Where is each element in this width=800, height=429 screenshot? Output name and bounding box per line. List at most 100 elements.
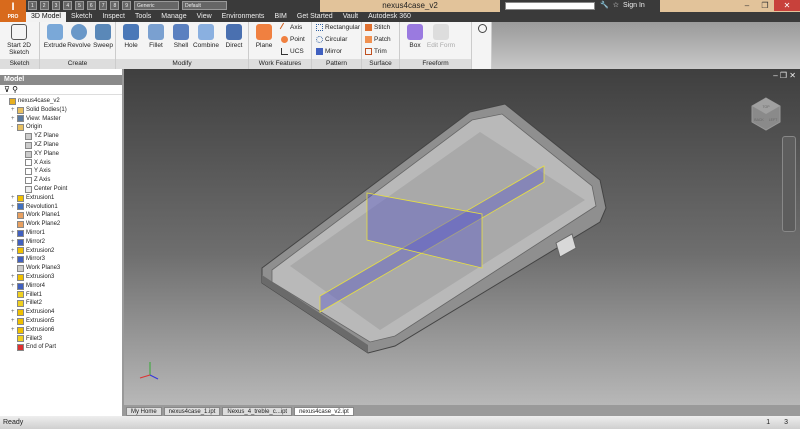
browser-node[interactable]: nexus4case_v2 <box>0 97 122 106</box>
restore-button[interactable]: ❐ <box>756 0 774 11</box>
qat-save[interactable]: 3 <box>51 1 61 10</box>
doc-tab-nexus4case-1[interactable]: nexus4case_1.ipt <box>163 407 221 416</box>
direct-button[interactable]: Direct <box>219 24 249 49</box>
browser-node[interactable]: + Mirror4 <box>0 282 122 291</box>
find-icon[interactable]: ⚲ <box>12 85 18 94</box>
mirror-button[interactable]: Mirror <box>316 48 342 55</box>
browser-title[interactable]: Model <box>0 75 122 85</box>
qat-new[interactable]: 1 <box>28 1 37 10</box>
start-2d-sketch-button[interactable]: Start 2D Sketch <box>4 24 34 56</box>
filter-icon[interactable]: ⊽ <box>4 85 10 94</box>
browser-node[interactable]: Work Plane1 <box>0 211 122 220</box>
browser-node[interactable]: + Extrusion3 <box>0 273 122 282</box>
tab-bim[interactable]: BIM <box>269 12 291 22</box>
browser-node[interactable]: Y Axis <box>0 167 122 176</box>
star-icon[interactable]: ☆ <box>613 0 619 12</box>
viewcube-face-top[interactable]: TOP <box>762 105 770 109</box>
browser-node[interactable]: - Origin <box>0 123 122 132</box>
tab-sketch[interactable]: Sketch <box>66 12 97 22</box>
node-label: Extrusion3 <box>26 273 55 280</box>
ucs-button[interactable]: UCS <box>281 48 304 55</box>
qat-undo[interactable]: 4 <box>63 1 73 10</box>
tab-manage[interactable]: Manage <box>156 12 191 22</box>
tab-get-started[interactable]: Get Started <box>292 12 338 22</box>
graphics-viewport[interactable]: TOP BACK LEFT – ❐ ✕ <box>124 69 800 405</box>
browser-node[interactable]: + View: Master <box>0 115 122 124</box>
doc-tab-nexus4case-v2[interactable]: nexus4case_v2.ipt <box>294 407 354 416</box>
browser-node[interactable]: XY Plane <box>0 150 122 159</box>
feature-icon <box>17 247 24 255</box>
tool-label: Shell <box>173 42 189 49</box>
browser-node[interactable]: XZ Plane <box>0 141 122 150</box>
browser-node[interactable]: End of Part <box>0 343 122 352</box>
appearance-select[interactable]: Default <box>182 1 228 10</box>
combine-button[interactable]: Combine <box>191 24 221 49</box>
tab-tools[interactable]: Tools <box>130 12 156 22</box>
status-count-1: 1 <box>766 419 771 426</box>
rectangular-pattern-button[interactable]: Rectangular <box>316 24 360 31</box>
model-view[interactable]: TOP BACK LEFT <box>124 69 800 405</box>
browser-node[interactable]: + Mirror1 <box>0 229 122 238</box>
close-button[interactable]: ✕ <box>774 0 800 11</box>
browser-node[interactable]: + Extrusion5 <box>0 317 122 326</box>
panel-extra <box>472 22 492 69</box>
browser-node[interactable]: Work Plane3 <box>0 264 122 273</box>
trim-button[interactable]: Trim <box>365 48 387 55</box>
browser-node[interactable]: + Extrusion1 <box>0 194 122 203</box>
sign-in-link[interactable]: Sign In <box>623 0 645 12</box>
point-button[interactable]: Point <box>281 36 305 43</box>
browser-node[interactable]: + Revolution1 <box>0 203 122 212</box>
feature-icon <box>17 282 24 290</box>
browser-node[interactable]: Center Point <box>0 185 122 194</box>
circular-pattern-button[interactable]: Circular <box>316 36 347 43</box>
browser-node[interactable]: X Axis <box>0 159 122 168</box>
axis-button[interactable]: Axis <box>279 22 302 33</box>
qat-select[interactable]: 8 <box>110 1 120 10</box>
viewport-window-controls[interactable]: – ❐ ✕ <box>773 71 796 80</box>
sweep-button[interactable]: Sweep <box>88 24 118 49</box>
stitch-button[interactable]: Stitch <box>365 24 390 31</box>
panel-label[interactable]: Create <box>40 59 115 69</box>
edit-form-button[interactable]: Edit Form <box>426 24 456 49</box>
panel-label[interactable]: Surface <box>362 59 399 69</box>
viewcube[interactable]: TOP BACK LEFT <box>751 97 781 131</box>
viewcube-face-back[interactable]: BACK <box>754 118 764 122</box>
plane-button[interactable]: Plane <box>249 24 279 49</box>
qat-home[interactable]: 6 <box>86 1 96 10</box>
qat-open[interactable]: 2 <box>39 1 49 10</box>
browser-node[interactable]: Z Axis <box>0 176 122 185</box>
viewcube-face-left[interactable]: LEFT <box>769 118 778 122</box>
tab-environments[interactable]: Environments <box>217 12 270 22</box>
wrench-icon[interactable]: 🔧 <box>600 0 609 12</box>
browser-node[interactable]: Work Plane2 <box>0 220 122 229</box>
browser-node[interactable]: + Extrusion4 <box>0 308 122 317</box>
combine-icon <box>198 24 214 40</box>
qat-redo[interactable]: 5 <box>75 1 84 10</box>
patch-button[interactable]: Patch <box>365 36 391 43</box>
panel-label[interactable]: Modify <box>116 59 248 69</box>
navigation-bar[interactable] <box>782 136 796 232</box>
application-menu-button[interactable]: I PRO <box>0 0 26 22</box>
doc-tab-my-home[interactable]: My Home <box>126 407 162 416</box>
search-input[interactable] <box>505 2 595 10</box>
browser-node[interactable]: Fillet1 <box>0 291 122 300</box>
browser-node[interactable]: + Mirror3 <box>0 255 122 264</box>
tab-autodesk-360[interactable]: Autodesk 360 <box>363 12 416 22</box>
browser-node[interactable]: + Solid Bodies(1) <box>0 106 122 115</box>
qat-color[interactable]: 9 <box>122 1 132 10</box>
tab-vault[interactable]: Vault <box>338 12 363 22</box>
browser-node[interactable]: + Mirror2 <box>0 238 122 247</box>
doc-tab-nexus-4-treble[interactable]: Nexus_4_treble_c...ipt <box>222 407 293 416</box>
tab-3d-model[interactable]: 3D Model <box>26 12 66 22</box>
browser-node[interactable]: + Extrusion2 <box>0 247 122 256</box>
tab-view[interactable]: View <box>192 12 217 22</box>
browser-node[interactable]: + Extrusion6 <box>0 326 122 335</box>
dropdown-button[interactable] <box>467 24 497 35</box>
tab-inspect[interactable]: Inspect <box>97 12 130 22</box>
browser-node[interactable]: Fillet2 <box>0 299 122 308</box>
minimize-button[interactable]: – <box>738 0 756 11</box>
qat-update[interactable]: 7 <box>98 1 108 10</box>
material-select[interactable]: Generic <box>134 1 180 10</box>
browser-node[interactable]: YZ Plane <box>0 132 122 141</box>
browser-node[interactable]: Fillet3 <box>0 335 122 344</box>
